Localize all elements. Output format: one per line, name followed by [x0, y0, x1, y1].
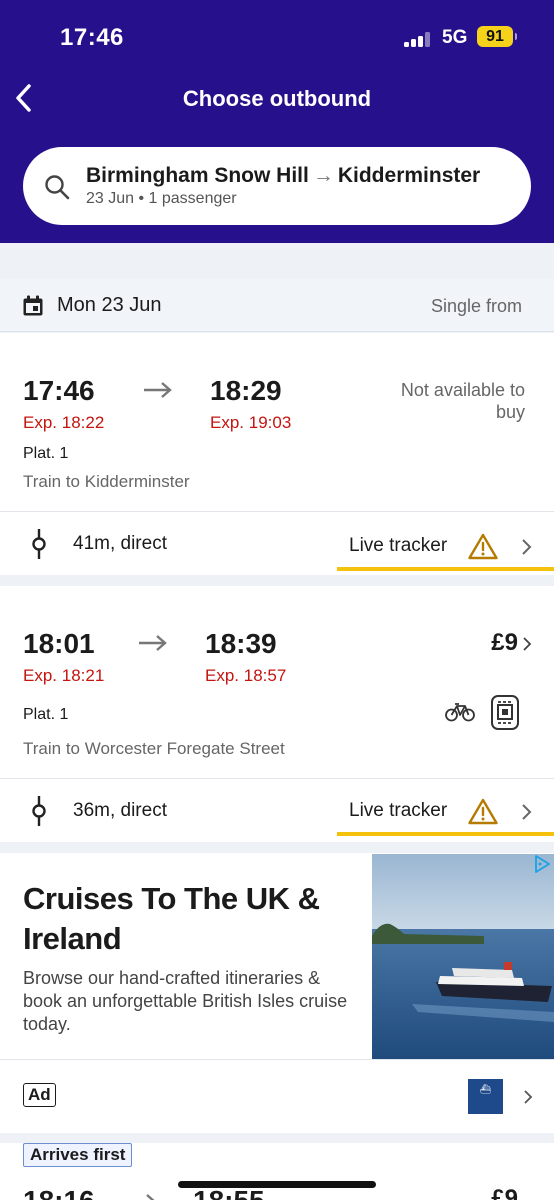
warning-icon — [468, 798, 498, 825]
divider — [0, 1059, 554, 1060]
chevron-right-icon — [522, 539, 532, 555]
battery-icon: 91 — [477, 26, 517, 47]
departure-time: 17:46 — [23, 375, 95, 406]
divider — [0, 511, 554, 512]
page-title: Choose outbound — [182, 86, 372, 111]
departure-time: 18:01 — [23, 628, 95, 659]
live-tracker-button[interactable]: Live tracker — [337, 790, 554, 836]
ad-body: Browse our hand-crafted itineraries & bo… — [23, 968, 348, 1034]
journey-card[interactable]: 17:46 Exp. 18:22 18:29 Exp. 19:03 Not av… — [0, 333, 554, 575]
destination-station: Kidderminster — [337, 164, 481, 187]
cruise-ship-image — [372, 854, 554, 1059]
live-tracker-label: Live tracker — [349, 535, 448, 556]
journey-duration: 36m, direct — [73, 800, 167, 821]
arrival-time: 18:39 — [205, 628, 277, 659]
trip-meta: 23 Jun • 1 passenger — [86, 190, 237, 207]
date-bar: Mon 23 Jun Single from — [0, 279, 554, 332]
logo-mark-icon: ⛴ — [479, 1084, 492, 1094]
ad-title: Cruises To The UK & Ireland — [23, 881, 320, 956]
ticket-machine-icon — [491, 695, 519, 730]
chevron-right-icon — [523, 637, 532, 651]
journey-search-summary[interactable]: Birmingham Snow Hill → Kidderminster 23 Ju… — [23, 147, 531, 225]
travel-date: Mon 23 Jun — [57, 294, 162, 316]
platform: Plat. 1 — [23, 445, 69, 462]
advertiser-logo: ⛴ — [468, 1079, 503, 1114]
fare-type-label: Single from — [430, 296, 522, 316]
divider — [0, 778, 554, 779]
ticket-price: £9 — [491, 1185, 518, 1200]
train-destination: Train to Kidderminster — [23, 472, 190, 491]
ad-badge: Ad — [23, 1083, 56, 1107]
stop-marker-icon — [32, 796, 46, 826]
journey-duration: 41m, direct — [73, 533, 167, 554]
arrival-expected: Exp. 19:03 — [210, 413, 292, 432]
arrival-expected: Exp. 18:57 — [205, 666, 287, 685]
signal-icon — [404, 31, 434, 47]
chevron-right-icon[interactable] — [522, 1088, 534, 1106]
calendar-icon — [23, 295, 43, 316]
chevron-right-icon — [522, 804, 532, 820]
warning-icon — [468, 533, 498, 560]
arrives-first-badge: Arrives first — [23, 1143, 133, 1167]
departure-expected: Exp. 18:21 — [23, 666, 105, 685]
departure-time: 18:16 — [23, 1185, 95, 1200]
platform: Plat. 1 — [23, 706, 69, 723]
origin-station: Birmingham Snow Hill — [86, 164, 309, 187]
train-destination: Train to Worcester Foregate Street — [23, 739, 285, 758]
availability-status: Not available to buy — [400, 380, 525, 422]
route-arrow: → — [312, 164, 334, 187]
live-tracker-button[interactable]: Live tracker — [337, 525, 554, 571]
advertisement[interactable]: Cruises To The UK & Ireland Browse our h… — [0, 853, 554, 1133]
adchoices-icon[interactable] — [532, 854, 552, 874]
ticket-price: £9 — [491, 629, 518, 656]
arrow-right-icon — [144, 382, 172, 398]
tracker-underline — [337, 832, 554, 836]
journey-card[interactable]: Arrives first 18:16 18:55 £9 — [0, 1143, 554, 1200]
tracker-underline — [337, 567, 554, 571]
departure-expected: Exp. 18:22 — [23, 413, 105, 432]
live-tracker-label: Live tracker — [349, 800, 448, 821]
route-text: Birmingham Snow Hill → Kidderminster — [86, 164, 480, 188]
status-time: 17:46 — [60, 24, 124, 51]
search-icon — [45, 175, 70, 200]
arrow-right-icon — [146, 1194, 155, 1200]
journey-card[interactable]: 18:01 Exp. 18:21 18:39 Exp. 18:57 £9 Pla… — [0, 586, 554, 842]
header: 17:46 5G 91 Choose outbound Birmingham S… — [0, 0, 554, 243]
arrow-right-icon — [139, 635, 167, 651]
arrival-time: 18:29 — [210, 375, 282, 406]
bicycle-icon — [445, 703, 475, 722]
network-type: 5G — [442, 27, 468, 48]
home-indicator[interactable] — [178, 1181, 376, 1188]
stop-marker-icon — [32, 529, 46, 559]
